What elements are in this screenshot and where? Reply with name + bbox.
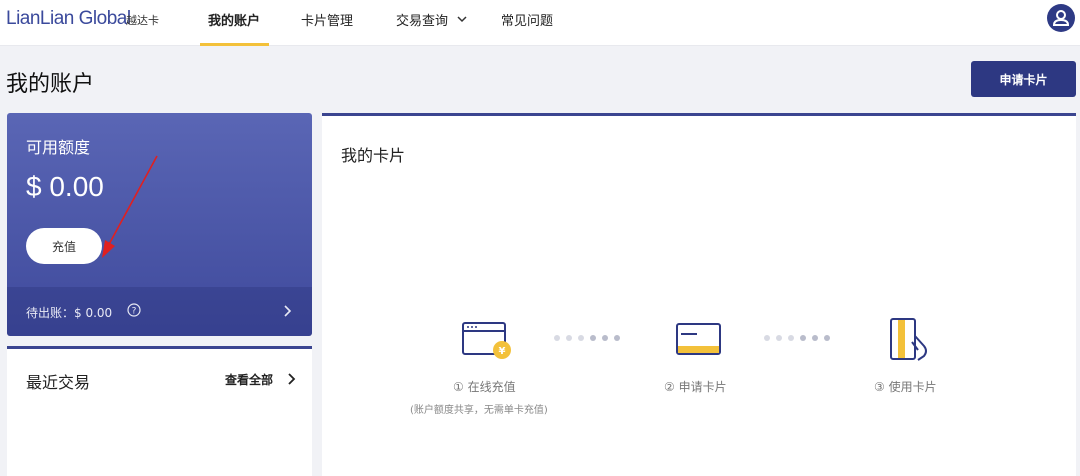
step-connector xyxy=(554,335,620,341)
annotation-arrow-icon xyxy=(102,155,158,258)
my-cards-title: 我的卡片 xyxy=(341,146,406,165)
page-title: 我的账户 xyxy=(6,72,95,97)
svg-text:?: ? xyxy=(132,307,137,317)
browser-yen-icon: ¥ xyxy=(462,322,511,359)
step-topup-label: ① 在线充值 xyxy=(453,380,516,394)
nav-active-indicator xyxy=(200,43,269,46)
step-use-label: ③ 使用卡片 xyxy=(874,380,937,394)
pending-amount: 待出账：$ 0.00 xyxy=(26,306,113,320)
chevron-down-icon[interactable] xyxy=(456,13,468,25)
nav-item-transactions[interactable]: 交易查询 xyxy=(396,10,448,46)
topup-button[interactable]: 充值 xyxy=(26,228,102,264)
logo[interactable]: LianLian Global xyxy=(6,8,131,30)
user-icon[interactable] xyxy=(1047,4,1075,32)
recent-transactions-card: 最近交易 查看全部 xyxy=(7,346,312,476)
view-all-link[interactable]: 查看全部 xyxy=(225,371,273,388)
step-apply-label: ② 申请卡片 xyxy=(664,380,727,394)
my-cards-panel: 我的卡片 ¥ ① 在线充值 (账户额度共享，无需单卡充值) ② 申请卡片 ③ 使… xyxy=(322,113,1076,476)
nav-item-my-account[interactable]: 我的账户 xyxy=(208,10,260,46)
recent-transactions-title: 最近交易 xyxy=(26,373,91,392)
svg-text:¥: ¥ xyxy=(499,346,506,357)
chevron-right-icon[interactable] xyxy=(281,304,293,318)
nav-item-faq[interactable]: 常见问题 xyxy=(501,10,553,46)
card-in-hand-icon xyxy=(890,318,927,361)
chevron-right-icon[interactable] xyxy=(286,373,296,385)
credit-card-icon xyxy=(676,323,721,355)
top-nav: LianLian Global 越达卡 我的账户 卡片管理 交易查询 常见问题 xyxy=(0,0,1080,46)
apply-card-button[interactable]: 申请卡片 xyxy=(971,61,1076,97)
step-topup-note: (账户额度共享，无需单卡充值) xyxy=(410,405,548,416)
available-credit-label: 可用额度 xyxy=(26,138,91,157)
question-circle-icon[interactable]: ? xyxy=(127,303,141,317)
nav-item-card-management[interactable]: 卡片管理 xyxy=(301,10,353,46)
pending-bar[interactable]: 待出账：$ 0.00 ? xyxy=(7,287,312,336)
available-credit-amount: $ 0.00 xyxy=(26,171,104,202)
step-connector xyxy=(764,335,830,341)
logo-subtitle: 越达卡 xyxy=(126,14,159,27)
